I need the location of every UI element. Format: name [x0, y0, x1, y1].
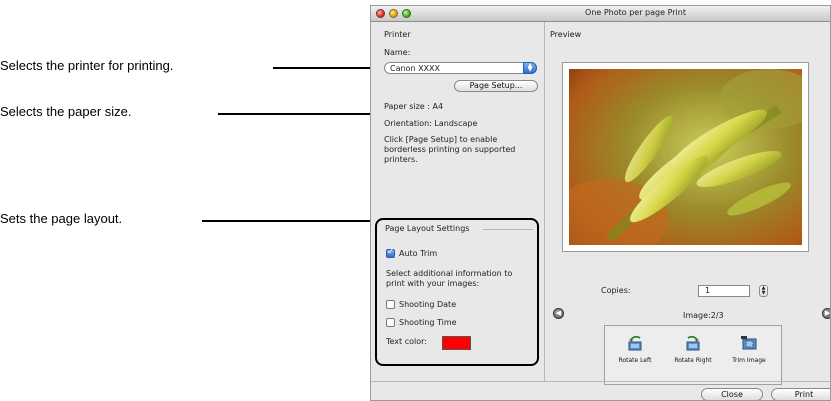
rotate-left-label: Rotate Left [618, 357, 652, 364]
preview-photo [569, 69, 802, 245]
rotate-right-icon [686, 335, 700, 351]
callout-paper-size: Selects the paper size. [0, 104, 132, 119]
text-color-swatch[interactable] [442, 336, 471, 350]
trim-image-label: Trim Image [732, 357, 766, 364]
auto-trim-label: Auto Trim [399, 249, 438, 258]
borderless-note-line3: printers. [384, 155, 418, 164]
leader-line-page-layout [202, 220, 374, 222]
printer-section-label: Printer [384, 30, 411, 39]
preview-panel: Preview Copies: 1 ▲ ▼ ◀ Image:2/3 ▶ Rota… [544, 22, 830, 385]
close-button[interactable]: Close [701, 388, 763, 400]
print-dialog: One Photo per page Print Printer Name: C… [370, 5, 831, 401]
previous-image-icon[interactable]: ◀ [553, 308, 564, 319]
callout-printer: Selects the printer for printing. [0, 58, 174, 73]
shooting-time-checkbox[interactable] [386, 318, 395, 327]
preview-frame [562, 62, 809, 252]
borderless-note-line1: Click [Page Setup] to enable [384, 135, 498, 144]
image-counter: Image:2/3 [683, 311, 724, 320]
auto-trim-checkbox[interactable] [386, 247, 395, 258]
rotate-left-button[interactable]: Rotate Left [613, 334, 657, 378]
rotate-left-icon [628, 335, 642, 351]
next-image-icon[interactable]: ▶ [822, 308, 830, 319]
tool-buttons-box: Rotate Left Rotate Right Trim Image [604, 325, 782, 385]
additional-info-line1: Select additional information to [386, 269, 513, 278]
orientation-text: Orientation: Landscape [384, 119, 478, 128]
name-label: Name: [384, 48, 411, 57]
page-layout-group: Page Layout Settings Auto Trim Select ad… [375, 218, 539, 366]
paper-size-text: Paper size : A4 [384, 102, 444, 111]
shooting-date-checkbox[interactable] [386, 300, 395, 309]
window-title: One Photo per page Print [585, 8, 686, 17]
flower-buds-image [569, 69, 802, 245]
preview-label: Preview [550, 30, 582, 39]
trim-image-icon [741, 336, 757, 350]
settings-panel: Printer Name: Canon XXXX ▲ ▼ Page Setup..… [371, 22, 543, 381]
trim-image-button[interactable]: Trim Image [727, 334, 771, 378]
leader-line-printer [273, 67, 381, 69]
shooting-time-label: Shooting Time [399, 318, 457, 327]
copies-input[interactable]: 1 [698, 285, 750, 297]
rotate-right-label: Rotate Right [674, 357, 712, 364]
shooting-date-label: Shooting Date [399, 300, 457, 309]
selected-printer-text: Canon XXXX [390, 64, 440, 73]
button-bar: Close Print [371, 381, 830, 400]
copies-stepper[interactable]: ▲ ▼ [759, 285, 768, 297]
select-arrows-icon: ▲ ▼ [523, 62, 537, 74]
page-layout-group-label: Page Layout Settings [385, 224, 470, 233]
borderless-note-line2: borderless printing on supported [384, 145, 516, 154]
title-bar: One Photo per page Print [371, 6, 830, 22]
text-color-label: Text color: [386, 337, 427, 346]
printer-select[interactable]: Canon XXXX ▲ ▼ [384, 62, 537, 74]
group-divider [483, 229, 533, 230]
page-setup-button[interactable]: Page Setup... [454, 80, 538, 92]
copies-label: Copies: [601, 286, 631, 295]
additional-info-line2: print with your images: [386, 279, 480, 288]
rotate-right-button[interactable]: Rotate Right [671, 334, 715, 378]
print-button[interactable]: Print [771, 388, 830, 400]
callout-page-layout: Sets the page layout. [0, 211, 123, 226]
